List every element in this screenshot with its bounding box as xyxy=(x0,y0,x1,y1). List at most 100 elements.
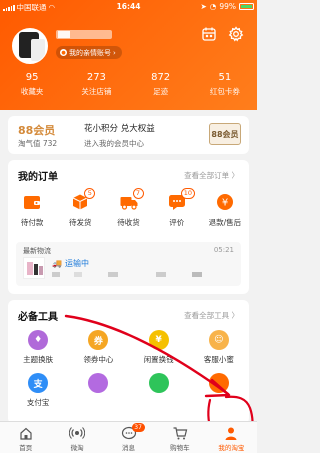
username-redacted-mark xyxy=(58,31,70,38)
product-thumbnail xyxy=(23,257,45,279)
order-status-label: 评价 xyxy=(169,218,185,227)
vip-score: 淘气值 732 xyxy=(18,139,58,148)
alarm-icon: ◔ xyxy=(209,2,217,11)
view-all-orders-link[interactable]: 查看全部订单 〉 xyxy=(184,170,239,181)
stat-value: 273 xyxy=(86,72,106,83)
stat-footprints[interactable]: 872 足迹 xyxy=(129,72,193,97)
stat-coupons[interactable]: 51 红包卡券 xyxy=(193,72,257,97)
order-count-badge: 7 xyxy=(132,188,144,199)
tool-item[interactable] xyxy=(189,373,249,408)
order-review[interactable]: 10 评价 xyxy=(153,188,201,228)
vip-title: 88会员 xyxy=(18,124,56,137)
avatar[interactable] xyxy=(12,28,48,64)
battery-percent: 99% xyxy=(219,2,236,11)
tool-item[interactable]: ☺ 客服小蜜 xyxy=(189,330,249,365)
tab-message[interactable]: 37 消息 xyxy=(103,422,154,453)
tool-item[interactable] xyxy=(129,373,189,408)
logistics-title: 最新物流 xyxy=(23,247,51,255)
vip-card[interactable]: 88会员 淘气值 732 花小积分 兑大权益 进入我的会员中心 88会员 xyxy=(8,116,249,154)
orders-title: 我的订单 xyxy=(18,172,58,183)
vip-badge: 88会员 xyxy=(209,123,241,145)
tab-home[interactable]: 首页 xyxy=(0,422,51,453)
order-pending-payment[interactable]: 待付款 xyxy=(8,192,56,228)
calendar-icon[interactable] xyxy=(201,26,217,42)
stat-followed-shops[interactable]: 273 关注店铺 xyxy=(64,72,128,97)
view-all-tools-link[interactable]: 查看全部工具 〉 xyxy=(184,310,239,321)
tab-cart[interactable]: 购物车 xyxy=(154,422,205,453)
tool-label: 主题换肤 xyxy=(23,355,54,364)
battery-icon xyxy=(239,3,254,10)
home-icon xyxy=(18,425,34,441)
logistics-time: 05:21 xyxy=(213,246,234,254)
cart-icon xyxy=(172,425,188,441)
family-account-button[interactable]: ● 我的亲情账号 › xyxy=(56,46,122,59)
stat-label: 关注店铺 xyxy=(81,87,112,96)
unread-count-badge: 37 xyxy=(131,423,145,432)
settings-gear-icon[interactable] xyxy=(228,26,244,42)
wallet-icon xyxy=(22,192,42,212)
tool-label: 闲置换钱 xyxy=(143,355,174,364)
bottom-tab-bar: 首页 微淘 37 消息 购物车 我的淘宝 xyxy=(0,421,257,453)
order-status-label: 待付款 xyxy=(20,218,44,227)
stat-label: 收藏夹 xyxy=(20,87,44,96)
refund-icon: ¥ xyxy=(215,192,235,212)
chevron-right-icon: › xyxy=(113,48,116,57)
family-account-icon: ● xyxy=(60,49,67,56)
tab-label: 我的淘宝 xyxy=(218,444,245,452)
tool-icon: ♦ xyxy=(28,330,49,350)
stat-value: 872 xyxy=(151,72,171,83)
tab-label: 购物车 xyxy=(170,444,190,452)
tool-item[interactable]: ¥ 闲置换钱 xyxy=(129,330,189,365)
redacted-text xyxy=(74,272,82,277)
order-status-label: 待收货 xyxy=(117,218,140,227)
status-bar: 中国联通 ◠ 16:44 ➤ ◔ 99% xyxy=(0,0,257,14)
order-status-label: 待发货 xyxy=(69,218,92,227)
tool-icon: ☺ xyxy=(208,330,229,350)
profile-header: 中国联通 ◠ 16:44 ➤ ◔ 99% ● 我的亲情账号 › 95 收藏夹 27… xyxy=(0,0,257,110)
tab-user[interactable]: 我的淘宝 xyxy=(206,422,257,453)
truck-small-icon: 🚚 xyxy=(52,259,62,268)
order-count-badge: 10 xyxy=(180,188,195,199)
broadcast-icon xyxy=(69,425,86,441)
tool-icon: 券 xyxy=(88,330,109,350)
tool-label: 领券中心 xyxy=(83,355,114,364)
order-pending-receipt[interactable]: 7 待收货 xyxy=(104,188,152,228)
tool-item[interactable]: 券领券中心 xyxy=(68,330,128,365)
tool-item[interactable]: 支支付宝 xyxy=(8,373,68,408)
stat-label: 红包卡券 xyxy=(209,87,240,96)
order-pending-shipment[interactable]: 5 待发货 xyxy=(56,188,104,228)
tool-icon xyxy=(88,373,109,393)
tools-grid: ♦ 主题换肤 券领券中心 ¥ 闲置换钱 ☺ 客服小蜜支支付宝 xyxy=(8,330,249,408)
redacted-text xyxy=(108,272,118,277)
logistics-status: 🚚 运输中 xyxy=(52,258,89,269)
redacted-text xyxy=(156,272,166,277)
tool-icon: ¥ xyxy=(148,330,169,350)
stat-label: 足迹 xyxy=(153,87,169,96)
logistics-status-text: 运输中 xyxy=(64,259,89,268)
tab-label: 消息 xyxy=(122,444,136,452)
tool-label: 支付宝 xyxy=(26,398,50,407)
order-status-label: 退款/售后 xyxy=(208,218,242,227)
orders-card: 我的订单 查看全部订单 〉 待付款 5 待发货 7 待收货 10 评价 ¥ 退款… xyxy=(8,160,249,294)
vip-promo-desc: 进入我的会员中心 xyxy=(84,139,144,148)
stat-value: 51 xyxy=(218,72,232,83)
svg-text:¥: ¥ xyxy=(222,198,228,209)
order-refund[interactable]: ¥ 退款/售后 xyxy=(201,192,249,228)
stat-value: 95 xyxy=(25,72,39,83)
tool-item[interactable]: ♦ 主题换肤 xyxy=(8,330,68,365)
family-account-label: 我的亲情账号 xyxy=(69,48,111,57)
redacted-text xyxy=(192,272,202,277)
tool-item[interactable] xyxy=(68,373,128,408)
stats-row: 95 收藏夹 273 关注店铺 872 足迹 51 红包卡券 xyxy=(0,72,257,97)
location-icon: ➤ xyxy=(200,2,207,11)
latest-logistics[interactable]: 最新物流 05:21 🚚 运输中 xyxy=(16,242,241,286)
tab-label: 首页 xyxy=(19,444,33,452)
tool-icon: 支 xyxy=(28,373,49,393)
tab-broadcast[interactable]: 微淘 xyxy=(51,422,102,453)
tool-label: 客服小蜜 xyxy=(203,355,234,364)
redacted-text xyxy=(52,272,60,277)
stat-favorites[interactable]: 95 收藏夹 xyxy=(0,72,64,97)
order-count-badge: 5 xyxy=(84,188,96,199)
vip-promo-title: 花小积分 兑大权益 xyxy=(84,124,155,134)
tool-icon xyxy=(208,373,229,393)
